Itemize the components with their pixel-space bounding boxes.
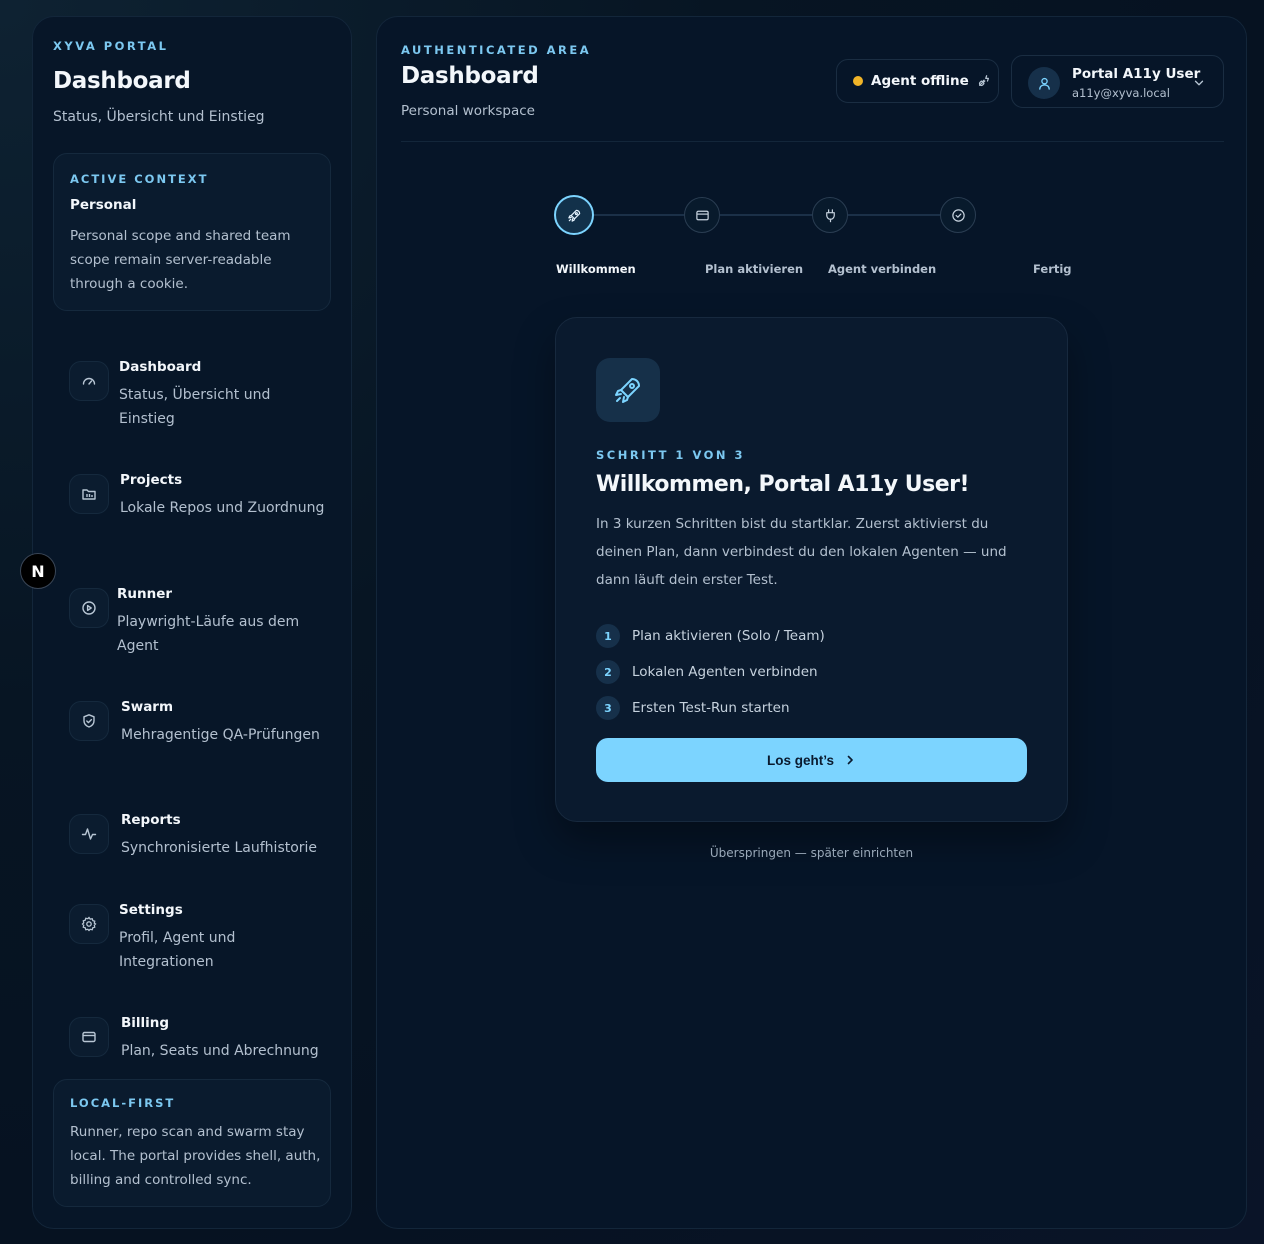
get-started-button[interactable]: Los geht’s bbox=[596, 738, 1027, 782]
rocket-icon bbox=[567, 209, 580, 222]
rocket-icon bbox=[615, 378, 640, 403]
sidebar-item-title: Projects bbox=[120, 472, 183, 488]
agent-status-button[interactable]: Agent offline bbox=[836, 59, 999, 103]
sidebar-item-description: Plan, Seats und Abrechnung bbox=[121, 1043, 319, 1059]
gauge-icon bbox=[69, 361, 109, 401]
step-number-badge: 2 bbox=[596, 660, 620, 684]
step-label-fertig: Fertig bbox=[1033, 262, 1072, 276]
local-first-description: Runner, repo scan and swarm stay local. … bbox=[70, 1124, 321, 1188]
step-label-plan: Plan aktivieren bbox=[705, 262, 804, 276]
gear-icon bbox=[69, 904, 109, 944]
step-number-badge: 1 bbox=[596, 624, 620, 648]
sidebar-title: Dashboard bbox=[53, 68, 191, 94]
active-context-card: ACTIVE CONTEXT Personal Personal scope a… bbox=[53, 153, 331, 311]
sidebar-item-description: Mehragentige QA-Prüfungen bbox=[121, 727, 320, 743]
welcome-description: In 3 kurzen Schritten bist du startklar.… bbox=[596, 516, 1007, 588]
sidebar-subtitle: Status, Übersicht und Einstieg bbox=[53, 109, 265, 125]
chevron-right-icon bbox=[847, 755, 853, 765]
onboarding-checklist: 1 Plan aktivieren (Solo / Team) 2 Lokale… bbox=[596, 618, 1026, 726]
sidebar-item-title: Swarm bbox=[121, 699, 174, 715]
sidebar-item-title: Settings bbox=[119, 902, 183, 918]
sidebar-item-description: Status, Übersicht und Einstieg bbox=[119, 387, 271, 427]
sidebar-item-description: Lokale Repos und Zuordnung bbox=[120, 500, 325, 516]
sidebar-item-title: Dashboard bbox=[119, 359, 202, 375]
step-willkommen[interactable] bbox=[554, 195, 594, 235]
welcome-card: SCHRITT 1 VON 3 Willkommen, Portal A11y … bbox=[555, 317, 1068, 822]
step-label-agent: Agent verbinden bbox=[828, 262, 937, 276]
active-context-label: ACTIVE CONTEXT bbox=[70, 172, 209, 186]
step-agent-verbinden[interactable] bbox=[812, 197, 848, 233]
welcome-title: Willkommen, Portal A11y User! bbox=[596, 472, 970, 497]
sidebar-item-title: Billing bbox=[121, 1015, 170, 1031]
sidebar-item-description: Profil, Agent und Integrationen bbox=[119, 930, 236, 970]
dev-tools-badge[interactable]: N bbox=[20, 553, 56, 589]
page-subtitle: Personal workspace bbox=[401, 103, 535, 119]
activity-icon bbox=[69, 814, 109, 854]
step-counter: SCHRITT 1 VON 3 bbox=[596, 448, 746, 462]
header-divider bbox=[401, 141, 1224, 142]
user-icon bbox=[1038, 77, 1050, 90]
chevron-down-icon bbox=[1194, 80, 1204, 86]
list-item: 1 Plan aktivieren (Solo / Team) bbox=[596, 618, 1026, 654]
sidebar-item-description: Playwright-Läufe aus dem Agent bbox=[117, 614, 300, 654]
step-label-willkommen: Willkommen bbox=[556, 262, 636, 276]
agent-status-label: Agent offline bbox=[871, 73, 969, 89]
plug-off-icon bbox=[978, 75, 989, 87]
status-dot-icon bbox=[853, 76, 863, 86]
user-name: Portal A11y User bbox=[1072, 66, 1201, 82]
list-item: 3 Ersten Test-Run starten bbox=[596, 690, 1026, 726]
local-first-label: LOCAL-FIRST bbox=[70, 1096, 176, 1110]
step-fertig[interactable] bbox=[940, 197, 976, 233]
active-context-description: Personal scope and shared team scope rem… bbox=[70, 228, 291, 292]
local-first-card: LOCAL-FIRST Runner, repo scan and swarm … bbox=[53, 1079, 331, 1207]
list-item: 2 Lokalen Agenten verbinden bbox=[596, 654, 1026, 690]
list-item-text: Ersten Test-Run starten bbox=[632, 700, 790, 716]
user-menu-button[interactable]: Portal A11y User a11y@xyva.local bbox=[1011, 55, 1224, 108]
plug-icon bbox=[825, 208, 835, 222]
skip-link[interactable]: Überspringen — später einrichten bbox=[556, 846, 1067, 860]
sidebar-item-title: Reports bbox=[121, 812, 181, 828]
folder-icon bbox=[69, 474, 109, 514]
brand-label: XYVA PORTAL bbox=[53, 39, 169, 53]
credit-card-icon bbox=[695, 210, 709, 220]
page-title: Dashboard bbox=[401, 63, 539, 89]
authenticated-area-label: AUTHENTICATED AREA bbox=[401, 43, 592, 57]
active-context-title: Personal bbox=[70, 197, 137, 213]
stepper-connector bbox=[720, 214, 812, 216]
step-number-badge: 3 bbox=[596, 696, 620, 720]
credit-card-icon bbox=[69, 1017, 109, 1057]
sidebar: XYVA PORTAL Dashboard Status, Übersicht … bbox=[32, 16, 352, 1229]
stepper-connector bbox=[848, 214, 940, 216]
rocket-tile bbox=[596, 358, 660, 422]
list-item-text: Lokalen Agenten verbinden bbox=[632, 664, 818, 680]
shield-icon bbox=[69, 701, 109, 741]
play-icon bbox=[69, 588, 109, 628]
step-plan-aktivieren[interactable] bbox=[684, 197, 720, 233]
get-started-label: Los geht’s bbox=[766, 752, 834, 768]
avatar bbox=[1028, 67, 1060, 99]
sidebar-item-title: Runner bbox=[117, 586, 173, 602]
stepper-connector bbox=[594, 214, 684, 216]
list-item-text: Plan aktivieren (Solo / Team) bbox=[632, 628, 825, 644]
sidebar-item-description: Synchronisierte Laufhistorie bbox=[121, 840, 318, 856]
user-email: a11y@xyva.local bbox=[1072, 86, 1170, 100]
check-circle-icon bbox=[951, 208, 965, 222]
